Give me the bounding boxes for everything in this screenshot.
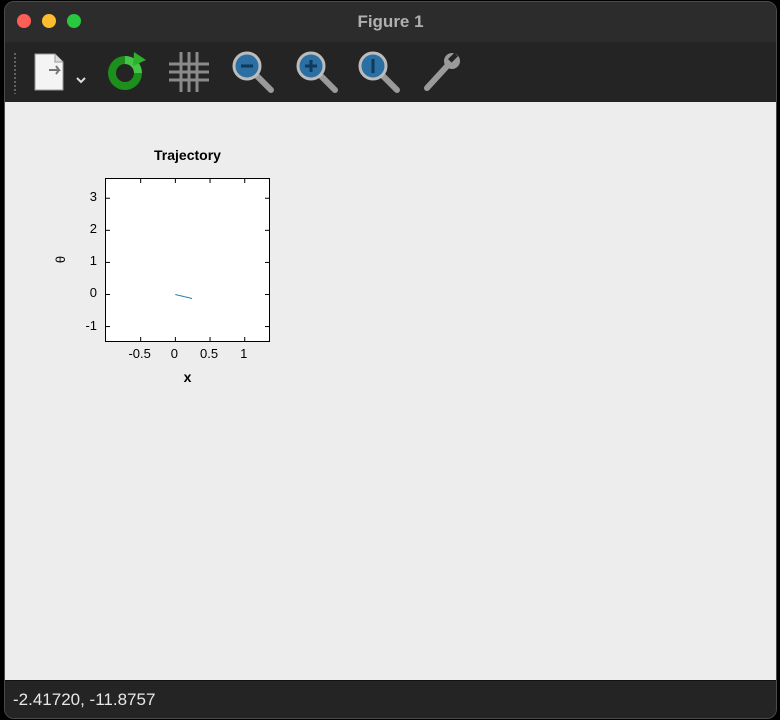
zoom-out-icon bbox=[232, 51, 274, 93]
x-tick-label: 1 bbox=[240, 346, 248, 361]
refresh-icon bbox=[108, 52, 146, 90]
cursor-coordinates: -2.41720, -11.8757 bbox=[13, 690, 156, 709]
window-title: Figure 1 bbox=[357, 12, 424, 31]
plot-area[interactable] bbox=[105, 178, 270, 342]
figure-canvas[interactable]: Trajectory -0.5 0 0.5 1 -1 0 1 2 3 x θ bbox=[5, 102, 776, 680]
x-tick-label: 0.5 bbox=[199, 346, 219, 361]
y-tick-label: 2 bbox=[89, 221, 97, 237]
y-tick-label: 3 bbox=[89, 189, 97, 205]
y-tick-label: 1 bbox=[89, 253, 97, 269]
save-document-button[interactable] bbox=[29, 48, 91, 96]
toolbar bbox=[5, 42, 776, 102]
zoom-in-button[interactable] bbox=[293, 48, 341, 96]
trajectory-line bbox=[175, 294, 193, 300]
save-document-icon bbox=[34, 53, 86, 91]
zoom-autoscale-button[interactable] bbox=[355, 48, 403, 96]
zoom-in-icon bbox=[296, 51, 338, 93]
settings-wrench-icon bbox=[424, 52, 460, 91]
y-axis-label: θ bbox=[53, 255, 69, 264]
figure-window: Figure 1 Trajectory -0.5 0 0.5 1 -1 0 1 … bbox=[4, 1, 777, 719]
zoom-autoscale-icon bbox=[358, 51, 400, 93]
x-tick-label: 0 bbox=[170, 346, 178, 361]
y-tick-label: -1 bbox=[85, 317, 97, 333]
trajectory-plot bbox=[106, 179, 269, 341]
refresh-button[interactable] bbox=[101, 48, 149, 96]
toolbar-grip[interactable] bbox=[13, 52, 17, 94]
title-bar[interactable]: Figure 1 bbox=[5, 2, 776, 43]
x-axis-label: x bbox=[183, 369, 192, 385]
grid-icon bbox=[169, 52, 209, 92]
chart-title: Trajectory bbox=[154, 147, 221, 163]
grid-button[interactable] bbox=[165, 48, 213, 96]
y-tick-label: 0 bbox=[89, 285, 97, 301]
zoom-out-button[interactable] bbox=[229, 48, 277, 96]
status-bar: -2.41720, -11.8757 bbox=[5, 680, 776, 718]
settings-button[interactable] bbox=[417, 48, 465, 96]
x-tick-label: -0.5 bbox=[128, 346, 151, 361]
